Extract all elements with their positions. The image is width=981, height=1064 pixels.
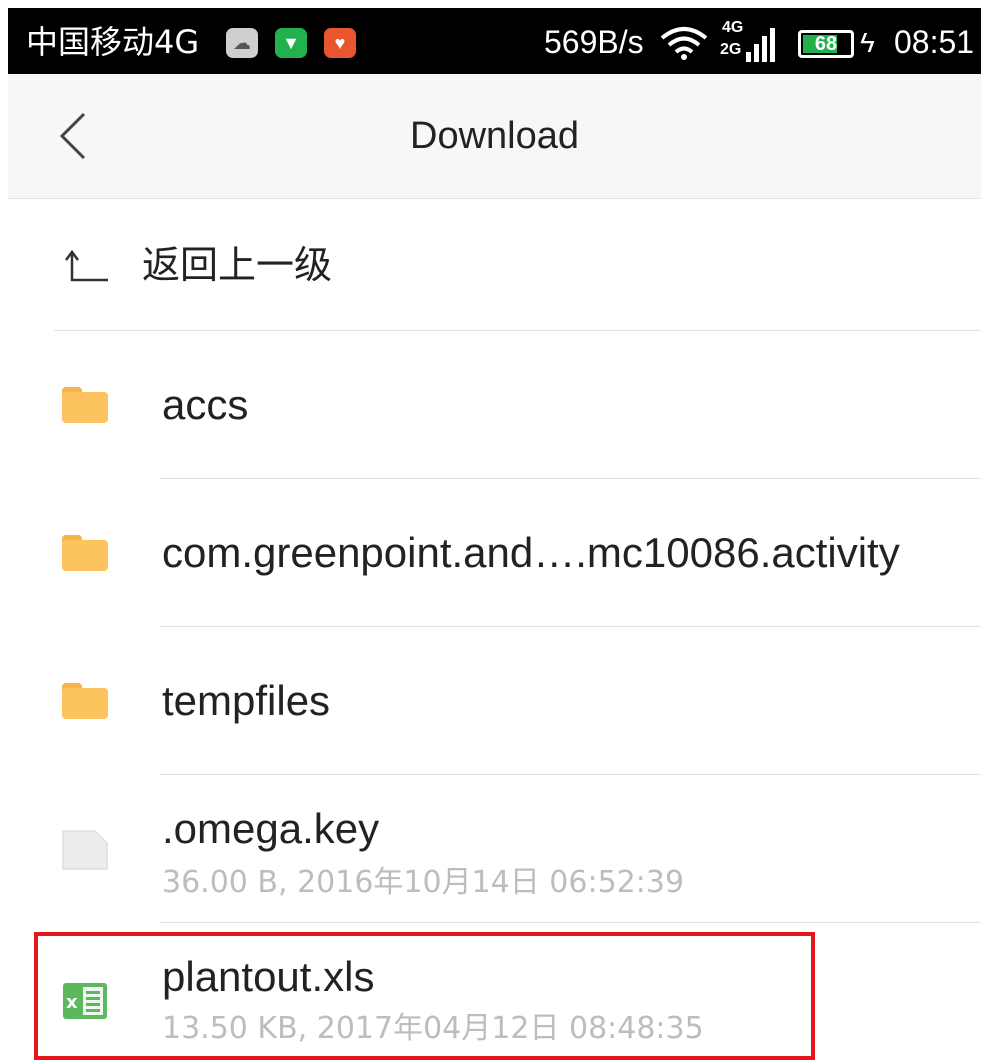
cellular-signal-icon: 4G 2G xyxy=(720,18,780,66)
cloud-app-icon: ☁ xyxy=(226,28,258,58)
item-name: accs xyxy=(162,381,249,428)
folder-icon xyxy=(62,535,108,571)
page-title: Download xyxy=(410,115,579,157)
carrier-label: 中国移动4G xyxy=(26,23,200,61)
item-meta: 36.00 B, 2016年10月14日 06:52:39 xyxy=(162,865,685,900)
item-name: .omega.key xyxy=(162,805,380,852)
list-item[interactable]: com.greenpoint.and….mc10086.activity xyxy=(8,479,981,627)
clock: 08:51 xyxy=(894,24,975,60)
list-item[interactable]: .omega.key 36.00 B, 2016年10月14日 06:52:39 xyxy=(8,775,981,923)
network-speed: 569B/s xyxy=(544,24,644,60)
folder-icon xyxy=(62,683,108,719)
title-bar: Download xyxy=(8,74,981,199)
list-item[interactable]: tempfiles xyxy=(8,627,981,775)
green-app-icon: ▼ xyxy=(275,28,307,58)
return-up-icon xyxy=(65,249,108,282)
selection-highlight xyxy=(34,932,815,1060)
battery-level: 68 xyxy=(814,33,838,55)
list-item[interactable]: accs xyxy=(8,331,981,479)
network-type-top: 4G xyxy=(722,19,744,36)
item-name: tempfiles xyxy=(162,677,331,724)
parent-directory-label: 返回上一级 xyxy=(142,243,333,287)
frame-edge xyxy=(0,0,8,1064)
file-icon xyxy=(62,830,108,870)
folder-icon xyxy=(62,387,108,423)
health-app-icon: ♥ xyxy=(324,28,356,58)
parent-directory-row[interactable]: 返回上一级 xyxy=(8,198,981,331)
network-type-bottom: 2G xyxy=(720,41,742,58)
wifi-icon xyxy=(660,27,708,60)
charging-icon: ϟ xyxy=(860,27,875,58)
status-bar: 中国移动4G ☁ ▼ ♥ 569B/s 4G 2G 68 ϟ 08:51 xyxy=(8,8,981,74)
item-name: com.greenpoint.and….mc10086.activity xyxy=(162,529,900,576)
battery-icon: 68 xyxy=(798,30,854,58)
